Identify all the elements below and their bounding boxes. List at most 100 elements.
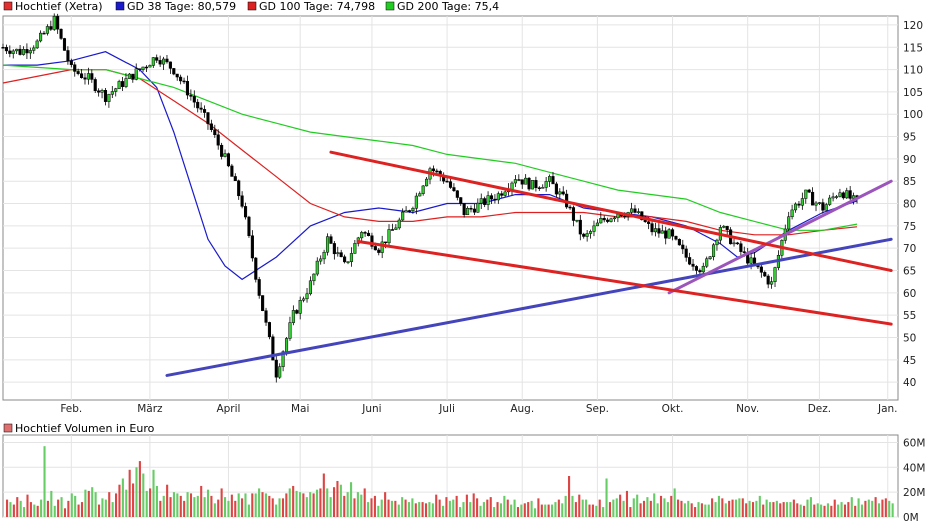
candle-body (308, 280, 312, 295)
volume-bar (888, 500, 891, 517)
volume-bar (380, 499, 383, 517)
candle-body (315, 260, 319, 275)
volume-bar (482, 502, 485, 517)
candle-body (360, 232, 364, 239)
volume-bar (731, 499, 734, 517)
volume-bar (142, 473, 145, 517)
volume-bar (544, 504, 547, 517)
volume-bar (663, 498, 666, 517)
y-tick-label: 60 (903, 288, 916, 300)
volume-bar (527, 502, 530, 517)
volume-bar (455, 495, 458, 517)
candle-body (264, 310, 268, 323)
candle-body (705, 258, 709, 267)
volume-bar (493, 507, 496, 517)
candle-body (148, 65, 152, 68)
candle-body (363, 232, 367, 234)
candle-body (633, 208, 637, 213)
candle-body (213, 129, 217, 136)
candle-body (401, 211, 405, 221)
candle-body (578, 219, 582, 235)
candle-body (629, 208, 634, 213)
candle-body (226, 153, 231, 167)
volume-bar (619, 494, 622, 517)
volume-bar (186, 492, 189, 517)
candle-body (537, 187, 541, 189)
volume-bar (367, 502, 370, 517)
candle-body (688, 257, 692, 265)
y-tick-label: 45 (903, 355, 916, 367)
candle-body (155, 57, 159, 61)
candle-body (551, 176, 555, 185)
volume-bar (704, 504, 707, 517)
volume-bar (568, 476, 571, 517)
candle-body (302, 298, 306, 301)
candle-body (681, 244, 685, 250)
volume-bar (203, 497, 206, 517)
candle-body (623, 215, 627, 218)
volume-legend-swatch (3, 423, 13, 433)
candle-body (349, 253, 353, 262)
candle-body (595, 222, 599, 227)
candle-body (636, 211, 640, 213)
volume-bar (271, 498, 274, 517)
volume-bar (145, 490, 148, 517)
candle-body (240, 195, 244, 207)
candle-body (694, 266, 699, 271)
volume-bar (63, 508, 67, 517)
volume-bar (87, 490, 90, 517)
volume-bar (414, 503, 417, 517)
volume-bar (476, 498, 479, 517)
candle-body (52, 16, 56, 30)
candle-body (674, 235, 678, 240)
candle-body (524, 177, 528, 185)
candle-body (770, 281, 774, 285)
candle-body (278, 366, 282, 378)
candle-body (373, 246, 377, 251)
candle-body (332, 243, 336, 255)
volume-bar (564, 495, 567, 517)
volume-bar (77, 504, 80, 517)
y-tick-label: 115 (903, 42, 923, 54)
legend-swatch-1 (115, 1, 125, 11)
candle-body (202, 109, 207, 113)
candle-body (15, 48, 19, 52)
volume-bar (680, 500, 683, 517)
volume-bar (871, 500, 874, 517)
volume-bar (138, 461, 141, 517)
candle-body (83, 77, 87, 80)
volume-bar (479, 505, 482, 517)
volume-bar (16, 497, 19, 517)
volume-bar (57, 499, 60, 517)
candle-body (25, 49, 29, 54)
candle-body (127, 73, 131, 79)
volume-bar (677, 499, 680, 517)
candle-body (397, 219, 401, 229)
candle-body (124, 78, 128, 87)
volume-bar (23, 507, 26, 517)
volume-bar (789, 502, 792, 517)
candle-body (486, 195, 490, 205)
volume-bar (6, 499, 9, 517)
volume-bar (353, 498, 356, 517)
candle-body (824, 204, 828, 211)
volume-bar (206, 489, 210, 517)
candle-body (49, 26, 53, 30)
volume-bar (550, 504, 554, 517)
volume-bar (523, 503, 526, 517)
candle-body (715, 239, 719, 246)
volume-bar (101, 498, 104, 517)
volume-bar (125, 489, 128, 517)
volume-bar (97, 504, 101, 517)
legend-label-0: Hochtief (Xetra) (15, 0, 103, 13)
volume-bar (435, 494, 438, 517)
legend-swatch-0 (3, 1, 13, 11)
candle-body (510, 182, 514, 190)
candle-body (230, 165, 234, 177)
candle-body (39, 32, 43, 42)
candle-body (90, 73, 94, 80)
volume-bar (237, 493, 240, 517)
volume-bar (80, 502, 84, 517)
candle-body (69, 60, 73, 65)
candle-body (647, 221, 651, 224)
